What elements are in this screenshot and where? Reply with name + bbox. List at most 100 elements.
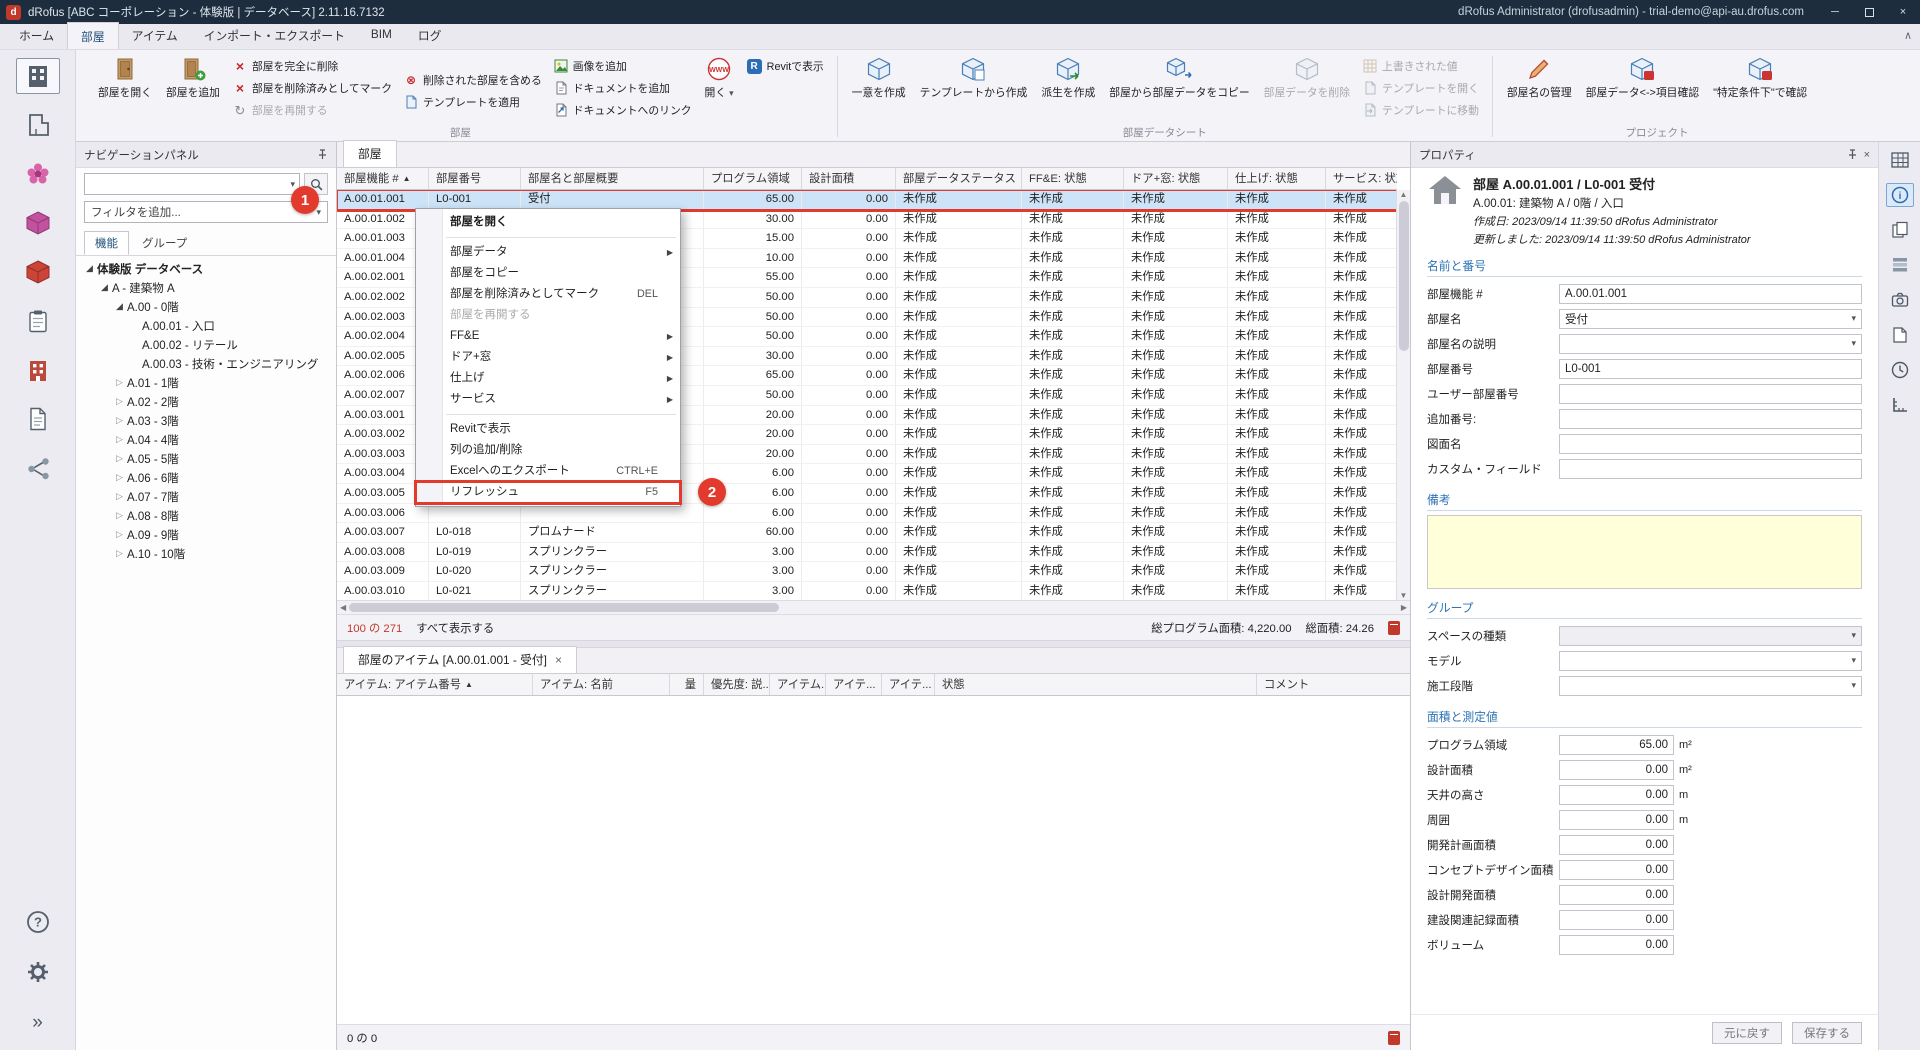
tree-expander-icon[interactable]: ▷ xyxy=(112,510,127,521)
module-buildings-button[interactable] xyxy=(16,352,60,388)
column-header[interactable]: 部屋データステータス xyxy=(896,168,1022,190)
column-header[interactable]: 優先度: 説... xyxy=(704,674,770,696)
context-menu-item[interactable]: 部屋データ▶ xyxy=(416,242,680,263)
expand-strip-button[interactable]: » xyxy=(16,1004,60,1040)
show-all-link[interactable]: すべて表示する xyxy=(416,620,494,636)
column-header[interactable]: アイテ... xyxy=(882,674,935,696)
tree-expander-icon[interactable]: ▷ xyxy=(112,491,127,502)
add-image-button[interactable]: 画像を追加 xyxy=(548,55,698,77)
tree-expander-icon[interactable]: ▷ xyxy=(112,415,127,426)
menu-tab[interactable]: BIM xyxy=(358,22,405,49)
tree-node[interactable]: ▷A.06 - 6階 xyxy=(76,468,336,487)
property-combo[interactable]: ▾ xyxy=(1559,626,1862,646)
log-icon[interactable] xyxy=(1388,1031,1400,1045)
column-header[interactable]: 設計面積 xyxy=(802,168,896,190)
module-lists-button[interactable] xyxy=(16,303,60,339)
tab-room-items[interactable]: 部屋のアイテム [A.00.01.001 - 受付] × xyxy=(343,646,577,673)
table-row[interactable]: A.00.03.008L0-019スプリンクラー3.000.00未作成未作成未作… xyxy=(337,543,1397,563)
context-menu-item[interactable]: 列の追加/削除 xyxy=(416,440,680,461)
property-combo[interactable]: ▾ xyxy=(1559,651,1862,671)
property-combo[interactable]: ▾ xyxy=(1559,334,1862,354)
property-input[interactable]: 0.00 xyxy=(1559,885,1674,905)
module-flower-button[interactable] xyxy=(16,156,60,192)
table-row[interactable]: A.00.01.001L0-001受付65.000.00未作成未作成未作成未作成… xyxy=(337,190,1397,210)
notes-textarea[interactable] xyxy=(1427,515,1862,589)
column-header[interactable]: 状態 xyxy=(935,674,1257,696)
column-header[interactable]: 部屋名と部屋概要 xyxy=(521,168,704,190)
tree-expander-icon[interactable]: ▷ xyxy=(112,434,127,445)
property-input[interactable] xyxy=(1559,459,1862,479)
scroll-right-icon[interactable]: ▶ xyxy=(1401,603,1407,612)
maximize-button[interactable] xyxy=(1852,0,1886,24)
camera-button[interactable] xyxy=(1886,288,1914,312)
property-input[interactable]: 0.00 xyxy=(1559,785,1674,805)
column-header[interactable]: 量 xyxy=(670,674,704,696)
column-header[interactable]: プログラム領域 xyxy=(704,168,802,190)
apply-template-button[interactable]: テンプレートを適用 xyxy=(398,91,548,113)
search-field[interactable] xyxy=(89,178,290,190)
delete-rooms-permanently-button[interactable]: × 部屋を完全に削除 xyxy=(227,55,398,77)
column-header[interactable]: アイテム: 名前 xyxy=(533,674,670,696)
tab-rooms[interactable]: 部屋 xyxy=(343,140,397,167)
tree-node[interactable]: ▷A.10 - 10階 xyxy=(76,544,336,563)
show-in-revit-button[interactable]: R Revitで表示 xyxy=(741,55,830,77)
tree-node[interactable]: ◢体験版 データベース xyxy=(76,259,336,278)
column-header[interactable]: アイテム... xyxy=(770,674,826,696)
info-button[interactable]: i xyxy=(1886,183,1914,207)
create-derived-button[interactable]: 派生を作成 xyxy=(1034,52,1102,126)
pin-icon[interactable] xyxy=(317,149,328,160)
property-input[interactable] xyxy=(1559,434,1862,454)
close-icon[interactable]: × xyxy=(1864,149,1870,161)
module-documents-button[interactable] xyxy=(16,401,60,437)
chevron-down-icon[interactable]: ▾ xyxy=(290,179,295,190)
tree-node[interactable]: ▷A.01 - 1階 xyxy=(76,373,336,392)
close-icon[interactable]: × xyxy=(555,653,562,667)
save-button[interactable]: 保存する xyxy=(1792,1022,1862,1044)
tree-node[interactable]: A.00.01 - 入口 xyxy=(76,316,336,335)
context-menu-item[interactable]: 仕上げ▶ xyxy=(416,368,680,389)
property-input[interactable]: 65.00 xyxy=(1559,735,1674,755)
property-input[interactable] xyxy=(1559,409,1862,429)
tree-expander-icon[interactable]: ▷ xyxy=(112,453,127,464)
tree-expander-icon[interactable]: ▷ xyxy=(112,472,127,483)
history-button[interactable] xyxy=(1886,358,1914,382)
tree-node[interactable]: ▷A.08 - 8階 xyxy=(76,506,336,525)
table-row[interactable]: A.00.03.010L0-021スプリンクラー3.000.00未作成未作成未作… xyxy=(337,582,1397,600)
menu-tab[interactable]: ログ xyxy=(405,22,455,49)
column-header[interactable]: コメント xyxy=(1257,674,1410,696)
room-data-item-check-button[interactable]: 部屋データ<->項目確認 xyxy=(1579,52,1706,126)
scrollbar-thumb[interactable] xyxy=(1399,201,1409,351)
property-combo[interactable]: ▾ xyxy=(1559,676,1862,696)
tree-node[interactable]: ▷A.03 - 3階 xyxy=(76,411,336,430)
scroll-down-icon[interactable]: ▼ xyxy=(1400,591,1408,600)
horizontal-scrollbar[interactable]: ◀▶ xyxy=(337,600,1410,614)
tree-expander-icon[interactable]: ▷ xyxy=(112,548,127,559)
property-input[interactable]: L0-001 xyxy=(1559,359,1862,379)
nav-tab[interactable]: 機能 xyxy=(84,231,129,255)
condition-check-button[interactable]: "特定条件下"で確認 xyxy=(1706,52,1814,126)
context-menu-item[interactable]: Revitで表示 xyxy=(416,419,680,440)
search-input[interactable]: ▾ xyxy=(84,173,300,195)
menu-tab[interactable]: 部屋 xyxy=(67,22,119,49)
tree-node[interactable]: ◢A.00 - 0階 xyxy=(76,297,336,316)
property-input[interactable]: 0.00 xyxy=(1559,760,1674,780)
module-products-button[interactable] xyxy=(16,205,60,241)
open-room-button[interactable]: 部屋を開く xyxy=(91,52,159,126)
ribbon-collapse-icon[interactable]: ∧ xyxy=(1904,29,1912,42)
property-input[interactable]: 0.00 xyxy=(1559,935,1674,955)
module-core-button[interactable] xyxy=(16,254,60,290)
nav-tab[interactable]: グループ xyxy=(131,231,198,255)
include-deleted-rooms-button[interactable]: ⊗ 削除された部屋を含める xyxy=(398,69,548,91)
settings-button[interactable] xyxy=(16,954,60,990)
menu-tab[interactable]: ホーム xyxy=(6,22,67,49)
tree-node[interactable]: A.00.03 - 技術・エンジニアリング xyxy=(76,354,336,373)
column-header[interactable]: サービス: 状態 xyxy=(1326,168,1397,190)
layers-button[interactable] xyxy=(1886,253,1914,277)
undo-button[interactable]: 元に戻す xyxy=(1712,1022,1782,1044)
log-icon[interactable] xyxy=(1388,621,1400,635)
create-unique-button[interactable]: 一意を作成 xyxy=(845,52,913,126)
property-input[interactable] xyxy=(1559,384,1862,404)
pin-icon[interactable] xyxy=(1847,149,1858,160)
vertical-scrollbar[interactable]: ▲▼ xyxy=(1396,190,1410,600)
tree-node[interactable]: ▷A.04 - 4階 xyxy=(76,430,336,449)
